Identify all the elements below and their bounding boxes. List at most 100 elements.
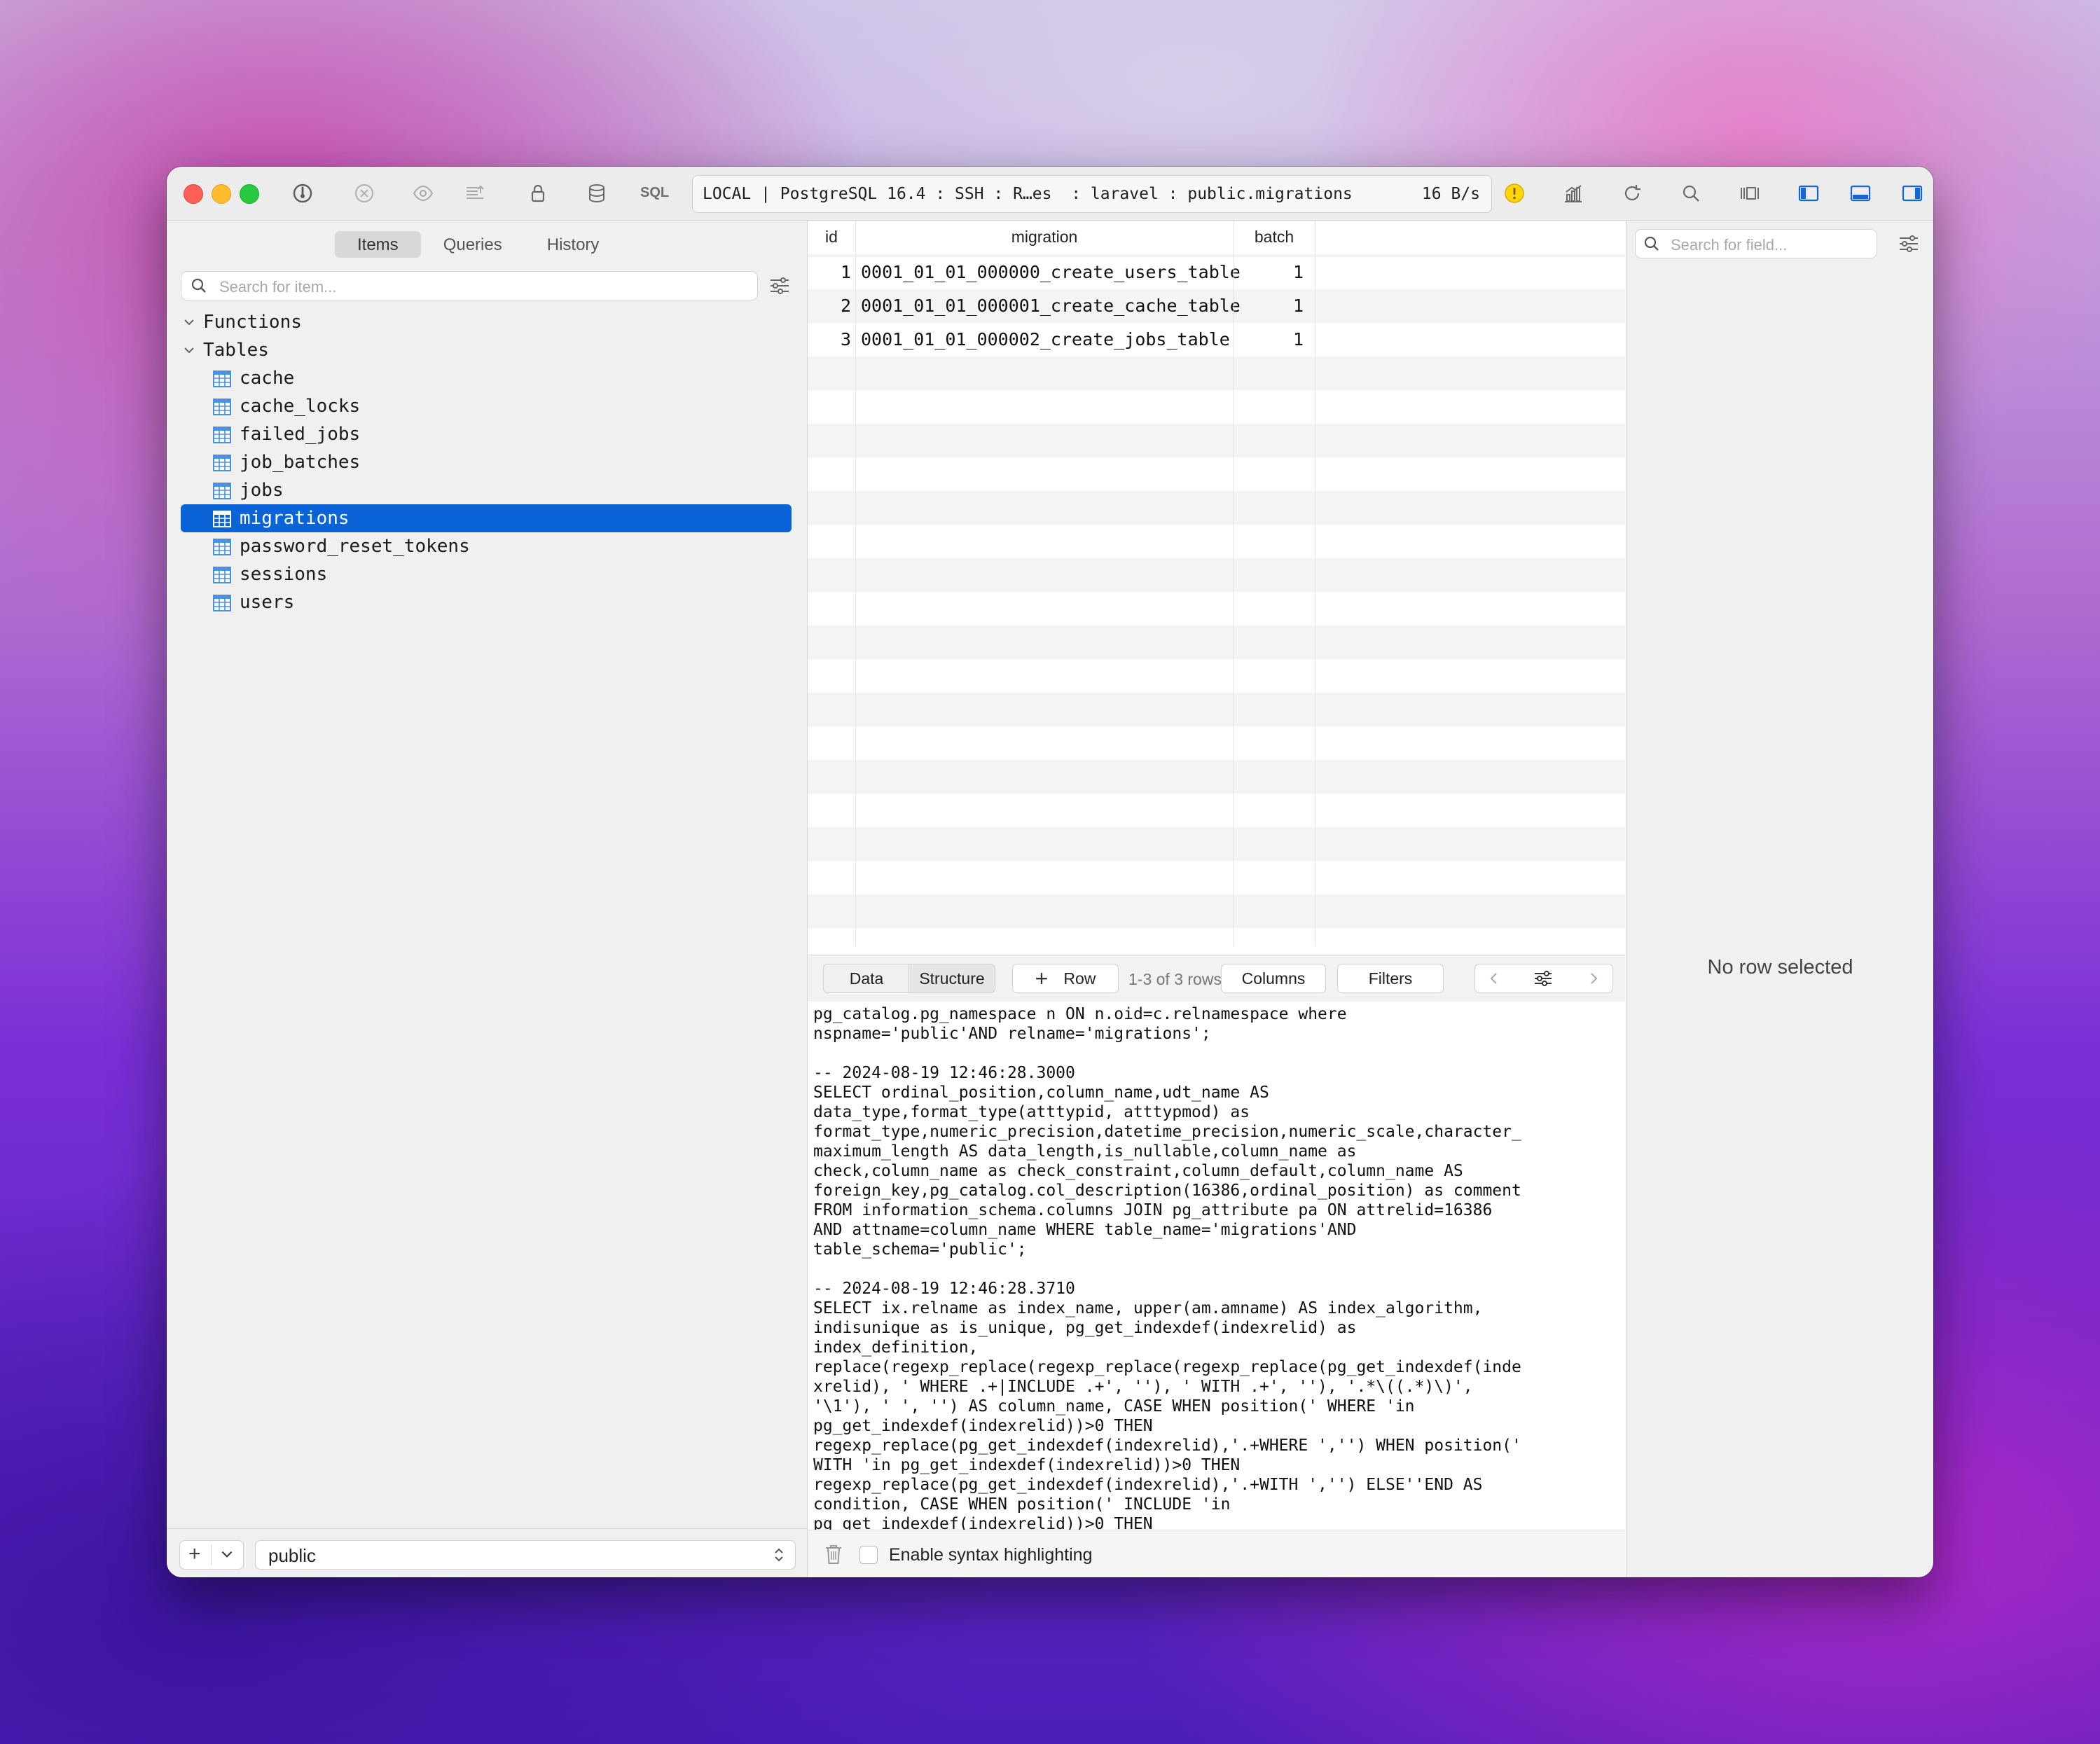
cell-migration[interactable]: 0001_01_01_000001_create_cache_table — [861, 296, 1241, 316]
cell-migration[interactable]: 0001_01_01_000002_create_jobs_table — [861, 329, 1230, 350]
preview-eye-icon[interactable] — [409, 179, 437, 207]
zoom-window-button[interactable] — [240, 184, 259, 204]
connection-info-bar[interactable]: LOCAL | PostgreSQL 16.4 : SSH : R…es : l… — [692, 175, 1492, 213]
app-window: SQL LOCAL | PostgreSQL 16.4 : SSH : R…es… — [167, 167, 1933, 1577]
toggle-bottom-panel-icon[interactable] — [1846, 179, 1874, 207]
sidebar: Items Queries History Search for item...… — [167, 221, 808, 1577]
table-label: migrations — [240, 508, 350, 529]
field-search-placeholder: Search for field... — [1671, 236, 1788, 254]
connection-label: LOCAL | PostgreSQL 16.4 : SSH : R…es : l… — [703, 185, 1353, 203]
filter-options-icon[interactable] — [768, 274, 792, 298]
columns-button[interactable]: Columns — [1221, 964, 1326, 993]
plus-icon: + — [188, 1542, 201, 1565]
cell-id[interactable]: 2 — [808, 296, 851, 316]
commit-changes-icon[interactable] — [461, 179, 489, 207]
empty-row — [808, 558, 1625, 592]
field-filter-icon[interactable] — [1897, 232, 1921, 256]
sql-editor-button[interactable]: SQL — [640, 185, 669, 201]
toggle-left-sidebar-icon[interactable] — [1795, 179, 1823, 207]
table-icon — [213, 511, 231, 527]
tab-history[interactable]: History — [525, 231, 622, 258]
trash-icon[interactable] — [823, 1543, 844, 1565]
table-icon — [213, 483, 231, 499]
tree-group-functions[interactable]: Functions — [178, 308, 794, 336]
tree-group-tables[interactable]: Tables — [178, 336, 794, 364]
table-row[interactable]: 1 0001_01_01_000000_create_users_table 1 — [808, 256, 1625, 289]
table-item-job-batches[interactable]: job_batches — [181, 448, 792, 476]
cell-batch[interactable]: 1 — [1234, 296, 1304, 316]
table-icon — [213, 371, 231, 387]
split-view-icon[interactable] — [1736, 179, 1764, 207]
activity-chart-icon[interactable] — [1559, 179, 1587, 207]
chevron-down-icon — [221, 1551, 233, 1558]
toggle-right-sidebar-icon[interactable] — [1898, 179, 1926, 207]
empty-row — [808, 894, 1625, 928]
add-row-label: Row — [1063, 969, 1096, 988]
chevron-right-icon[interactable] — [1586, 971, 1601, 986]
tab-items[interactable]: Items — [335, 231, 421, 258]
table-icon — [213, 399, 231, 415]
table-item-migrations[interactable]: migrations — [181, 504, 792, 532]
table-item-jobs[interactable]: jobs — [181, 476, 792, 504]
data-tab-button[interactable]: Data — [823, 964, 910, 993]
structure-tab-button[interactable]: Structure — [909, 964, 995, 993]
cell-batch[interactable]: 1 — [1234, 262, 1304, 282]
log-footer: Enable syntax highlighting — [808, 1530, 1625, 1577]
stop-icon[interactable] — [350, 179, 378, 207]
tab-queries[interactable]: Queries — [421, 231, 525, 258]
table-label: cache — [240, 368, 295, 389]
column-header-batch[interactable]: batch — [1234, 228, 1315, 247]
empty-row — [808, 693, 1625, 726]
add-row-button[interactable]: + Row — [1012, 964, 1119, 993]
lock-icon[interactable] — [524, 179, 552, 207]
cell-migration[interactable]: 0001_01_01_000000_create_users_table — [861, 262, 1241, 282]
table-label: cache_locks — [240, 396, 361, 417]
empty-row — [808, 424, 1625, 457]
table-item-failed-jobs[interactable]: failed_jobs — [181, 420, 792, 448]
column-header-id[interactable]: id — [808, 228, 855, 247]
table-row[interactable]: 2 0001_01_01_000001_create_cache_table 1 — [808, 289, 1625, 323]
empty-row — [808, 827, 1625, 861]
group-label: Tables — [203, 340, 269, 361]
empty-row — [808, 592, 1625, 625]
no-row-selected-text: No row selected — [1707, 956, 1853, 978]
table-item-cache[interactable]: cache — [181, 364, 792, 392]
item-search-input[interactable]: Search for item... — [181, 271, 758, 300]
query-log[interactable]: pg_catalog.pg_namespace n ON n.oid=c.rel… — [808, 1002, 1625, 1530]
syntax-highlighting-checkbox[interactable] — [859, 1546, 878, 1564]
table-item-password-reset-tokens[interactable]: password_reset_tokens — [181, 532, 792, 560]
column-header-migration[interactable]: migration — [855, 228, 1234, 247]
close-window-button[interactable] — [184, 184, 203, 204]
field-search-input[interactable]: Search for field... — [1635, 229, 1877, 258]
table-label: failed_jobs — [240, 424, 361, 445]
add-item-button[interactable]: + — [179, 1540, 244, 1570]
empty-row — [808, 491, 1625, 525]
chevron-left-icon[interactable] — [1486, 971, 1502, 986]
empty-row — [808, 525, 1625, 558]
cell-id[interactable]: 1 — [808, 262, 851, 282]
warning-icon[interactable] — [1500, 179, 1528, 207]
schema-value: public — [268, 1545, 316, 1566]
query-log-text: pg_catalog.pg_namespace n ON n.oid=c.rel… — [813, 1005, 1521, 1530]
pagination-settings-icon[interactable] — [1533, 969, 1554, 988]
table-row[interactable]: 3 0001_01_01_000002_create_jobs_table 1 — [808, 323, 1625, 357]
table-item-users[interactable]: users — [181, 588, 792, 616]
group-label: Functions — [203, 312, 302, 333]
empty-row — [808, 861, 1625, 894]
cell-id[interactable]: 3 — [808, 329, 851, 350]
refresh-icon[interactable] — [1618, 179, 1646, 207]
schema-select[interactable]: public — [255, 1540, 796, 1570]
table-label: password_reset_tokens — [240, 536, 470, 557]
empty-row — [808, 457, 1625, 491]
plus-icon: + — [1035, 965, 1049, 991]
toolbar: SQL LOCAL | PostgreSQL 16.4 : SSH : R…es… — [167, 167, 1933, 221]
database-icon[interactable] — [583, 179, 611, 207]
minimize-window-button[interactable] — [212, 184, 231, 204]
table-item-cache-locks[interactable]: cache_locks — [181, 392, 792, 420]
connection-power-icon[interactable] — [289, 179, 317, 207]
table-item-sessions[interactable]: sessions — [181, 560, 792, 588]
cell-batch[interactable]: 1 — [1234, 329, 1304, 350]
search-icon[interactable] — [1677, 179, 1705, 207]
empty-row — [808, 760, 1625, 794]
filters-button[interactable]: Filters — [1337, 964, 1444, 993]
